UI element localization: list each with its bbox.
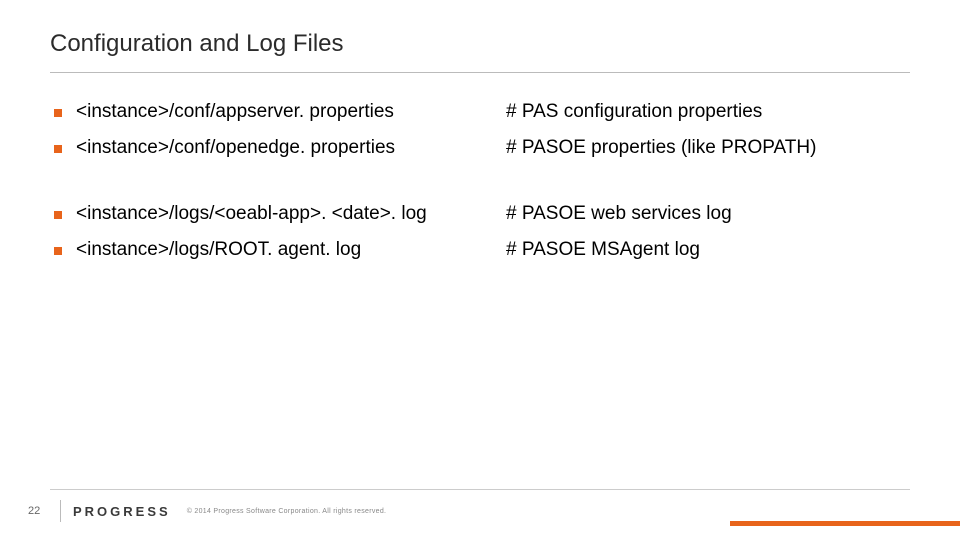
item-path: <instance>/logs/<oeabl-app>. <date>. log <box>76 203 506 225</box>
bullet-icon <box>54 211 62 219</box>
copyright-text: © 2014 Progress Software Corporation. Al… <box>187 508 387 515</box>
page-number: 22 <box>28 505 48 517</box>
accent-bar <box>730 521 960 526</box>
item-desc: # PASOE MSAgent log <box>506 239 910 261</box>
slide-title: Configuration and Log Files <box>50 30 910 58</box>
list-item: <instance>/conf/openedge. properties # P… <box>54 137 910 159</box>
item-desc: # PAS configuration properties <box>506 101 910 123</box>
footer-separator <box>60 500 61 522</box>
item-list: <instance>/conf/appserver. properties # … <box>50 101 910 261</box>
title-divider <box>50 72 910 73</box>
list-item: <instance>/conf/appserver. properties # … <box>54 101 910 123</box>
slide: Configuration and Log Files <instance>/c… <box>0 0 960 540</box>
item-desc: # PASOE properties (like PROPATH) <box>506 137 910 159</box>
item-path: <instance>/logs/ROOT. agent. log <box>76 239 506 261</box>
progress-logo: PROGRESS <box>73 504 171 519</box>
bullet-icon <box>54 109 62 117</box>
group-gap <box>54 173 910 189</box>
footer: 22 PROGRESS © 2014 Progress Software Cor… <box>0 500 960 522</box>
item-desc: # PASOE web services log <box>506 203 910 225</box>
list-item: <instance>/logs/<oeabl-app>. <date>. log… <box>54 203 910 225</box>
list-item: <instance>/logs/ROOT. agent. log # PASOE… <box>54 239 910 261</box>
bullet-icon <box>54 145 62 153</box>
bullet-icon <box>54 247 62 255</box>
item-path: <instance>/conf/openedge. properties <box>76 137 506 159</box>
footer-divider <box>50 489 910 490</box>
item-path: <instance>/conf/appserver. properties <box>76 101 506 123</box>
